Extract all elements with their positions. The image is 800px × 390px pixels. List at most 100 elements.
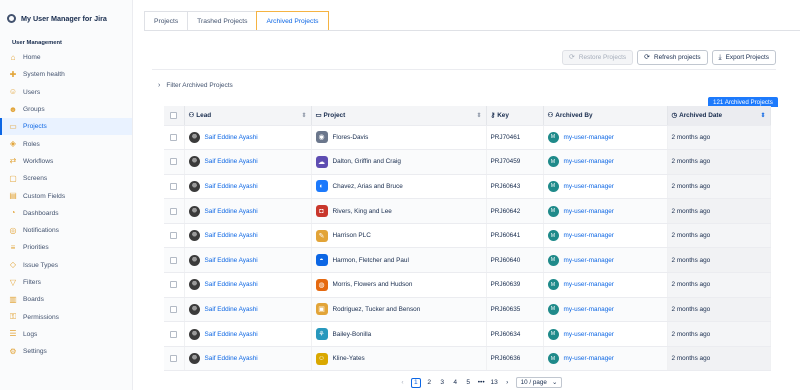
pagination: ‹ 1 2 3 4 5 ••• 13 › 10 / page ⌄	[398, 377, 563, 388]
sidebar-item-workflows[interactable]: ⇄ Workflows	[0, 153, 132, 170]
page-5-button[interactable]: 5	[464, 378, 473, 388]
row-select-cell[interactable]	[164, 346, 185, 372]
archived-by-link[interactable]: my-user-manager	[564, 183, 614, 190]
project-key: PRJ70459	[486, 149, 544, 175]
lead-link[interactable]: Saif Eddine Ayashi	[205, 257, 258, 264]
row-select-cell[interactable]	[164, 125, 185, 151]
tab-trashed-projects[interactable]: Trashed Projects	[187, 11, 258, 31]
sort-icon[interactable]: ⇕	[476, 112, 481, 119]
page-4-button[interactable]: 4	[451, 378, 460, 388]
lead-link[interactable]: Saif Eddine Ayashi	[205, 158, 258, 165]
archived-date-column-header[interactable]: ◷ Archived Date ⇕	[667, 106, 771, 126]
archived-by-link[interactable]: my-user-manager	[564, 331, 614, 338]
page-size-select[interactable]: 10 / page ⌄	[515, 377, 563, 388]
sidebar-item-dashboards[interactable]: ◔ Dashboards	[0, 205, 132, 222]
sidebar-item-users[interactable]: ☺ Users	[0, 84, 132, 101]
sort-desc-icon[interactable]: ⇕	[760, 112, 765, 119]
lead-link[interactable]: Saif Eddine Ayashi	[205, 355, 258, 362]
clock-icon: ◷	[671, 112, 678, 120]
sidebar-item-screens[interactable]: ▢ Screens	[0, 170, 132, 187]
next-page-icon[interactable]: ›	[503, 378, 512, 388]
lead-link[interactable]: Saif Eddine Ayashi	[205, 331, 258, 338]
sidebar-item-notifications[interactable]: ◎ Notifications	[0, 222, 132, 239]
sort-icon[interactable]: ⇕	[301, 112, 306, 119]
row-select-cell[interactable]	[164, 272, 185, 298]
row-select-cell[interactable]	[164, 198, 185, 224]
avatar	[188, 254, 200, 266]
export-projects-button[interactable]: ⤓ Export Projects	[711, 50, 776, 65]
row-checkbox[interactable]	[170, 305, 178, 313]
key-column-header[interactable]: ⚷ Key	[486, 106, 544, 126]
archived-by-link[interactable]: my-user-manager	[564, 208, 614, 215]
tab-archived-projects[interactable]: Archived Projects	[256, 11, 329, 31]
lead-link[interactable]: Saif Eddine Ayashi	[205, 183, 258, 190]
restore-projects-button[interactable]: ⟳ Restore Projects	[562, 50, 634, 65]
row-checkbox[interactable]	[170, 281, 178, 289]
tab-projects[interactable]: Projects	[144, 11, 189, 31]
sidebar-item-home[interactable]: ⌂ Home	[0, 49, 132, 66]
archived-by-link[interactable]: my-user-manager	[564, 355, 614, 362]
row-checkbox[interactable]	[170, 330, 178, 338]
row-select-cell[interactable]	[164, 297, 185, 323]
project-column-header[interactable]: ▭ Project ⇕	[311, 106, 487, 126]
page-3-button[interactable]: 3	[438, 378, 447, 388]
archived-by-link[interactable]: my-user-manager	[564, 158, 614, 165]
archived-by-link[interactable]: my-user-manager	[564, 134, 614, 141]
sidebar-item-system-health[interactable]: ✚ System health	[0, 66, 132, 83]
row-checkbox[interactable]	[170, 182, 178, 190]
project-cell: ▣ Rodriguez, Tucker and Benson	[311, 297, 487, 323]
row-checkbox[interactable]	[170, 256, 178, 264]
archived-date: 2 months ago	[667, 346, 771, 372]
row-checkbox[interactable]	[170, 158, 178, 166]
archived-by-link[interactable]: my-user-manager	[564, 232, 614, 239]
row-select-cell[interactable]	[164, 247, 185, 274]
sidebar-item-settings[interactable]: ⚙ Settings	[0, 343, 132, 360]
lead-link[interactable]: Saif Eddine Ayashi	[205, 232, 258, 239]
sidebar-item-label: Home	[23, 54, 41, 62]
priority-icon: ≡	[10, 242, 16, 252]
select-all-header[interactable]	[164, 106, 185, 126]
page-size-value: 10 / page	[520, 379, 547, 386]
row-select-cell[interactable]	[164, 223, 185, 249]
last-page-button[interactable]: 13	[490, 378, 499, 388]
select-all-checkbox[interactable]	[170, 111, 178, 119]
sidebar-item-roles[interactable]: ◈ Roles	[0, 135, 132, 152]
sidebar-item-projects[interactable]: ▭ Projects	[0, 118, 132, 136]
archived-by-link[interactable]: my-user-manager	[564, 281, 614, 288]
lead-link[interactable]: Saif Eddine Ayashi	[205, 134, 258, 141]
sidebar-item-filters[interactable]: ▽ Filters	[0, 274, 132, 291]
previous-page-icon[interactable]: ‹	[398, 378, 407, 388]
archived-by-link[interactable]: my-user-manager	[564, 306, 614, 313]
sidebar-item-boards[interactable]: ▥ Boards	[0, 291, 132, 308]
row-checkbox[interactable]	[170, 133, 178, 141]
project-avatar-icon: ⚘	[315, 328, 328, 341]
lead-link[interactable]: Saif Eddine Ayashi	[205, 306, 258, 313]
row-select-cell[interactable]	[164, 174, 185, 200]
sidebar-item-issue-types[interactable]: ◇ Issue Types	[0, 257, 132, 274]
row-select-cell[interactable]	[164, 321, 185, 347]
row-select-cell[interactable]	[164, 149, 185, 175]
project-key: PRJ60636	[486, 346, 544, 372]
lead-cell: Saif Eddine Ayashi	[184, 321, 312, 347]
row-checkbox[interactable]	[170, 207, 178, 215]
lead-link[interactable]: Saif Eddine Ayashi	[205, 281, 258, 288]
archived-by-link[interactable]: my-user-manager	[564, 257, 614, 264]
row-checkbox[interactable]	[170, 232, 178, 240]
avatar	[188, 131, 200, 143]
sidebar-item-groups[interactable]: ☻ Groups	[0, 101, 132, 118]
refresh-projects-button[interactable]: ⟳ Refresh projects	[637, 50, 708, 65]
sidebar-item-permissions[interactable]: ⚿ Permissions	[0, 308, 132, 325]
sidebar-item-custom-fields[interactable]: ▤ Custom Fields	[0, 187, 132, 204]
page-ellipsis[interactable]: •••	[477, 378, 486, 388]
lead-link[interactable]: Saif Eddine Ayashi	[205, 208, 258, 215]
sidebar-item-priorities[interactable]: ≡ Priorities	[0, 239, 132, 256]
sidebar-item-label: Permissions	[23, 313, 59, 321]
filter-toggle[interactable]: › Filter Archived Projects	[158, 82, 233, 89]
board-icon: ▥	[9, 294, 17, 304]
row-checkbox[interactable]	[170, 355, 178, 363]
sidebar-item-logs[interactable]: ☰ Logs	[0, 326, 132, 343]
lead-column-header[interactable]: ⚇ Lead ⇕	[184, 106, 312, 126]
archived-by-column-header[interactable]: ⚇ Archived By	[543, 106, 668, 126]
page-1-button[interactable]: 1	[411, 377, 421, 388]
page-2-button[interactable]: 2	[425, 378, 434, 388]
